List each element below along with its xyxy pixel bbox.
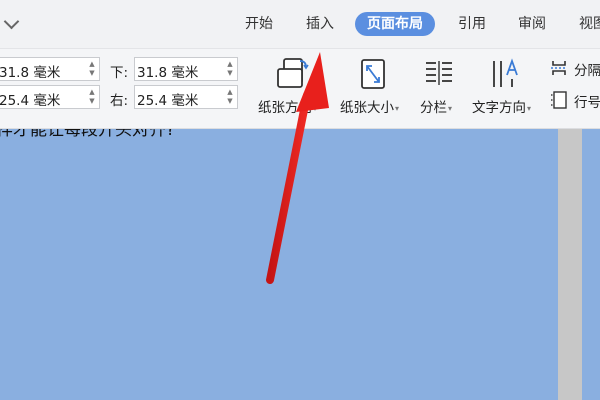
document-canvas[interactable]: 样才能让每段开头对齐? bbox=[0, 129, 558, 400]
paper-orientation-icon bbox=[277, 58, 309, 88]
right-margin-label: 右: bbox=[110, 93, 129, 109]
left-margin-value: 25.4 毫米 bbox=[0, 93, 61, 109]
spin-arrows-icon[interactable]: ▲ ▼ bbox=[226, 88, 234, 106]
left-margin-field[interactable]: 25.4 毫米 ▲ ▼ bbox=[0, 85, 100, 109]
page-break-label: 分隔符 bbox=[574, 63, 600, 79]
text-direction-button[interactable]: 文字方向▾ bbox=[470, 55, 544, 125]
vertical-scrollbar[interactable] bbox=[558, 129, 582, 400]
bottom-margin-value: 31.8 毫米 bbox=[137, 65, 199, 81]
bottom-margin-field[interactable]: 31.8 毫米 ▲ ▼ bbox=[134, 57, 238, 81]
line-number-icon bbox=[551, 91, 567, 109]
page-layout-ribbon: 31.8 毫米 ▲ ▼ 25.4 毫米 ▲ ▼ 下: 31.8 毫米 ▲ ▼ 右: 2… bbox=[0, 49, 600, 129]
bottom-margin-label: 下: bbox=[110, 65, 129, 81]
spin-arrows-icon[interactable]: ▲ ▼ bbox=[88, 88, 96, 106]
tab-page-layout[interactable]: 页面布局 bbox=[355, 12, 435, 36]
paper-size-button[interactable]: 纸张大小▾ bbox=[338, 55, 412, 125]
paper-orientation-button[interactable]: 纸张方向▾ bbox=[256, 55, 330, 125]
spin-arrows-icon[interactable]: ▲ ▼ bbox=[88, 60, 96, 78]
ribbon-tab-bar: 开始 插入 页面布局 引用 审阅 视图 bbox=[0, 0, 600, 49]
spin-arrows-icon[interactable]: ▲ ▼ bbox=[226, 60, 234, 78]
chevron-down-icon[interactable] bbox=[3, 13, 20, 30]
line-number-label: 行号 bbox=[574, 95, 600, 111]
columns-button[interactable]: 分栏▾ bbox=[418, 55, 462, 125]
paper-size-label: 纸张大小▾ bbox=[340, 100, 400, 116]
tab-references[interactable]: 引用 bbox=[458, 12, 486, 36]
tab-review[interactable]: 审阅 bbox=[518, 12, 546, 36]
paper-size-icon bbox=[361, 59, 385, 89]
side-panel-edge bbox=[582, 129, 600, 400]
tab-insert[interactable]: 插入 bbox=[306, 12, 334, 36]
columns-label: 分栏▾ bbox=[420, 100, 453, 116]
right-margin-field[interactable]: 25.4 毫米 ▲ ▼ bbox=[134, 85, 238, 109]
top-margin-value: 31.8 毫米 bbox=[0, 65, 61, 81]
paper-orientation-label: 纸张方向▾ bbox=[258, 100, 318, 116]
text-direction-label: 文字方向▾ bbox=[472, 100, 532, 116]
document-text-line: 样才能让每段开头对齐? bbox=[0, 129, 176, 140]
tab-view[interactable]: 视图 bbox=[579, 12, 600, 36]
page-break-icon bbox=[551, 61, 567, 75]
line-number-button[interactable]: 行号 bbox=[550, 89, 600, 113]
right-margin-value: 25.4 毫米 bbox=[137, 93, 199, 109]
page-break-button[interactable]: 分隔符 bbox=[550, 57, 600, 81]
top-margin-field[interactable]: 31.8 毫米 ▲ ▼ bbox=[0, 57, 100, 81]
tab-home[interactable]: 开始 bbox=[245, 12, 273, 36]
text-direction-icon bbox=[493, 58, 518, 87]
columns-icon bbox=[426, 61, 452, 85]
